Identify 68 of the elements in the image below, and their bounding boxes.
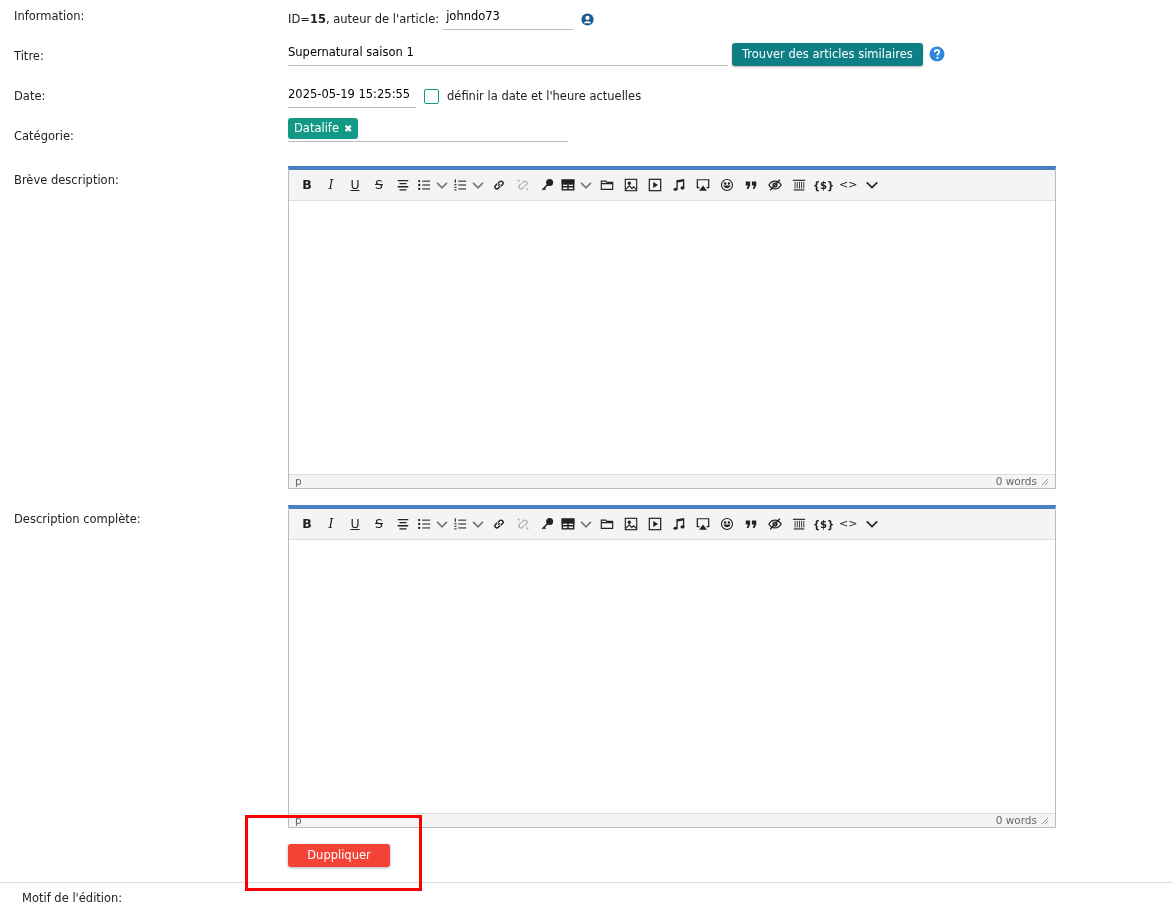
category-field[interactable]: Datalife ✖ <box>288 118 568 143</box>
checkbox[interactable] <box>424 88 439 104</box>
music-note-icon <box>672 178 686 192</box>
screen-icon <box>696 517 710 531</box>
columns-icon <box>792 178 806 192</box>
table-icon <box>561 178 575 192</box>
field-label: Titre: <box>14 48 45 65</box>
element-path: p <box>295 473 302 489</box>
bullet-list-icon <box>417 517 431 531</box>
numbered-list-icon <box>453 517 467 531</box>
toolbar-button[interactable]: B <box>295 512 319 536</box>
toolbar-button[interactable]: <> <box>836 512 861 536</box>
toolbar-button[interactable]: U <box>343 173 367 197</box>
numbered-list-icon <box>453 178 467 192</box>
element-path: p <box>295 812 302 828</box>
smiley-icon <box>720 178 734 192</box>
align-center-icon <box>396 178 410 192</box>
toolbar-button[interactable]: B <box>295 173 319 197</box>
checkbox-label: définir la date et l'heure actuelles <box>447 87 642 105</box>
toolbar-button[interactable]: {$} <box>811 173 837 197</box>
toolbar-button[interactable]: S <box>367 173 391 197</box>
music-note-icon <box>672 517 686 531</box>
toolbar-button[interactable]: <> <box>836 173 861 197</box>
help-icon <box>928 46 945 63</box>
folder-icon <box>600 178 614 192</box>
link-icon <box>492 178 506 192</box>
word-count: 0 words <box>995 812 1037 828</box>
image-icon <box>624 178 638 192</box>
link-icon <box>492 517 506 531</box>
eye-slash-icon <box>768 178 782 192</box>
user-icon <box>581 12 595 26</box>
duplicate-button[interactable]: Duppliquer <box>288 844 390 867</box>
find-similar-button[interactable]: Trouver des articles similaires <box>732 42 923 66</box>
key-icon <box>540 178 554 192</box>
image-icon <box>624 517 638 531</box>
toolbar-button[interactable]: S <box>367 512 391 536</box>
field-label: Information: <box>14 8 86 25</box>
author-field[interactable]: johndo73 <box>443 8 574 31</box>
word-count: 0 words <box>995 473 1037 489</box>
align-center-icon <box>396 517 410 531</box>
play-icon <box>648 517 662 531</box>
resize-handle[interactable] <box>1041 477 1049 486</box>
smiley-icon <box>720 517 734 531</box>
toolbar-button[interactable]: I <box>319 512 343 536</box>
field-label: Catégorie: <box>14 128 75 145</box>
key-icon <box>540 517 554 531</box>
date-field[interactable]: 2025-05-19 15:25:55 <box>288 84 416 109</box>
eye-slash-icon <box>768 517 782 531</box>
unlink-icon <box>516 178 530 192</box>
field-label: Motif de l'édition: <box>22 893 124 905</box>
remove-button[interactable]: ✖ <box>344 121 353 137</box>
title-field[interactable]: Supernatural saison 1 <box>288 42 728 67</box>
field-label: Description complète: <box>14 511 142 528</box>
folder-icon <box>600 517 614 531</box>
resize-handle[interactable] <box>1041 816 1049 825</box>
toolbar-button[interactable]: U <box>343 512 367 536</box>
play-icon <box>648 178 662 192</box>
toolbar-button[interactable]: I <box>319 173 343 197</box>
toolbar-button[interactable]: {$} <box>811 512 837 536</box>
field-label: Date: <box>14 88 47 105</box>
unlink-icon <box>516 517 530 531</box>
screen-icon <box>696 178 710 192</box>
table-icon <box>561 517 575 531</box>
columns-icon <box>792 517 806 531</box>
bullet-list-icon <box>417 178 431 192</box>
tag-label: Datalife <box>294 120 339 137</box>
field-label: Brève description: <box>14 172 120 189</box>
info-text: ID=15, auteur de l'article: <box>288 10 440 28</box>
